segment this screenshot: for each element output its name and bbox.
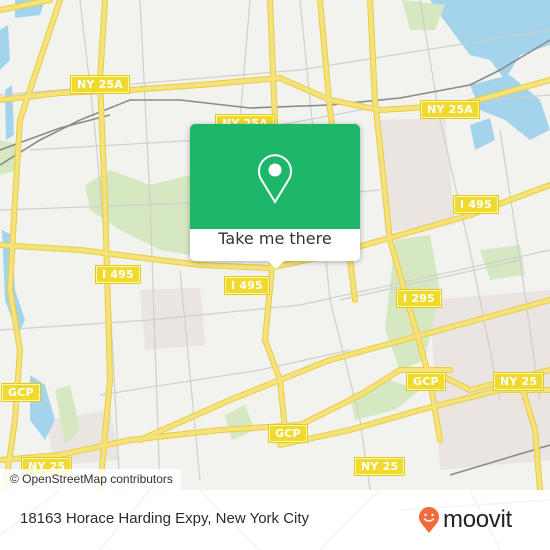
footer-bar: 18163 Horace Harding Expy, New York City… [0, 490, 550, 550]
moovit-pin-icon [419, 507, 439, 533]
shield-ny25a-west: NY 25A [69, 75, 131, 94]
map-view[interactable]: NY 25A NY 25A NY 25A I 495 I 495 I 495 I… [0, 0, 550, 490]
shield-i495-east: I 495 [453, 195, 499, 214]
osm-attribution[interactable]: © OpenStreetMap contributors [0, 469, 181, 490]
shield-gcp-west: GCP [1, 383, 41, 402]
address-text: 18163 Horace Harding Expy, New York City [20, 510, 310, 527]
location-popup[interactable]: Take me there [190, 124, 360, 269]
shield-i495-west: I 495 [95, 265, 141, 284]
shield-i295: I 295 [396, 289, 442, 308]
shield-ny25-center: NY 25 [353, 457, 406, 476]
popup-pointer [268, 261, 284, 269]
map-pin-icon [258, 154, 292, 204]
shield-ny25a-east: NY 25A [419, 100, 481, 119]
take-me-there-button[interactable]: Take me there [190, 229, 360, 261]
shield-gcp-east: GCP [406, 372, 446, 391]
popup-header [190, 124, 360, 229]
shield-gcp-center: GCP [268, 424, 308, 443]
shield-i495-center: I 495 [224, 276, 270, 295]
moovit-logo[interactable]: moovit [418, 506, 512, 534]
moovit-wordmark: moovit [443, 506, 512, 533]
shield-ny25-east: NY 25 [492, 372, 545, 391]
